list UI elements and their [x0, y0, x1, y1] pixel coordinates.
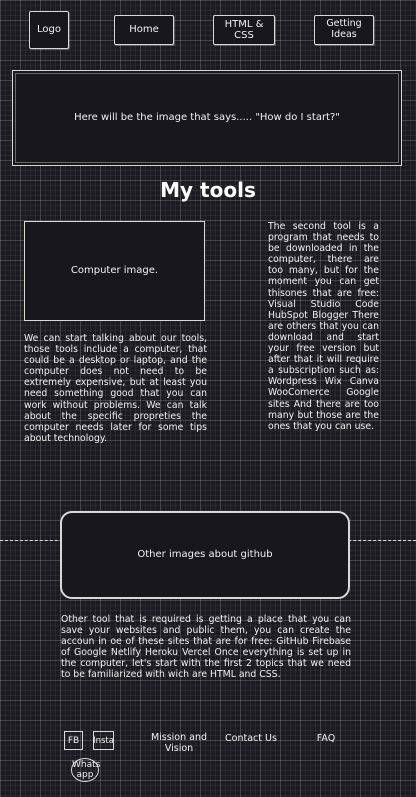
nav-home-label: Home	[129, 24, 159, 36]
hero-image-placeholder: Here will be the image that says..... "H…	[12, 70, 402, 166]
github-image-placeholder: Other images about github	[60, 511, 350, 599]
footer-faq-link[interactable]: FAQ	[308, 733, 344, 744]
tools-right-paragraph: The second tool is a program that needs …	[268, 221, 379, 432]
footer-whatsapp-label: Whats app	[72, 760, 101, 780]
hosting-paragraph: Other tool that is required is getting a…	[61, 614, 351, 681]
footer-insta-label: Insta	[93, 735, 114, 746]
footer-fb-label: FB	[67, 735, 80, 746]
footer-fb-link[interactable]: FB	[64, 731, 83, 750]
nav-home-button[interactable]: Home	[114, 15, 174, 45]
nav-html-css-button[interactable]: HTML & CSS	[213, 15, 275, 45]
logo[interactable]: Logo	[29, 11, 69, 49]
github-image-text: Other images about github	[137, 549, 273, 561]
footer-whatsapp-link[interactable]: Whats app	[71, 758, 101, 782]
nav-html-css-label: HTML & CSS	[224, 18, 264, 42]
computer-image-placeholder: Computer image.	[24, 221, 205, 321]
hero-image-text: Here will be the image that says..... "H…	[74, 112, 340, 124]
footer-insta-link[interactable]: Insta	[93, 731, 114, 750]
footer-contact-link[interactable]: Contact Us	[220, 733, 282, 744]
computer-image-text: Computer image.	[70, 265, 159, 277]
nav-getting-ideas-label: Getting Ideas	[326, 18, 362, 40]
footer-mission-link[interactable]: Mission and Vision	[149, 732, 209, 754]
tools-left-paragraph: We can start talking about our tools, th…	[24, 333, 207, 444]
nav-getting-ideas-button[interactable]: Getting Ideas	[314, 15, 374, 45]
logo-label: Logo	[37, 24, 61, 36]
page-title: My tools	[160, 178, 256, 202]
